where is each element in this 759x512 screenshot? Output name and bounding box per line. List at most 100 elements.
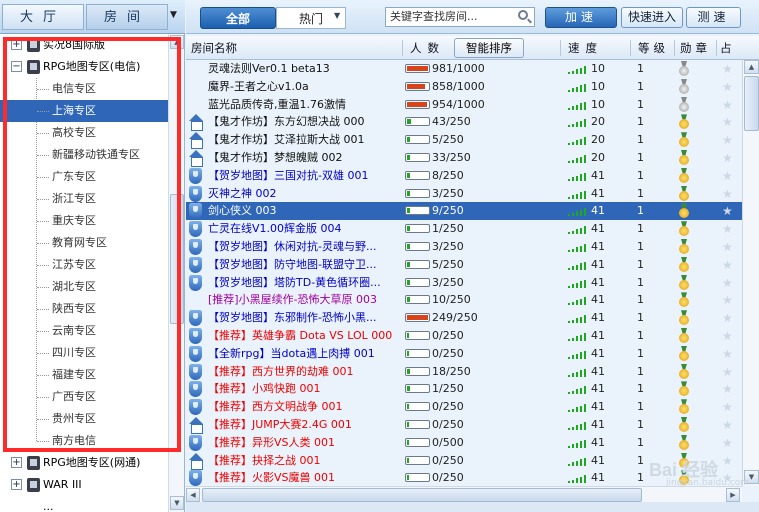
scroll-right-icon[interactable]: ▶ bbox=[726, 488, 740, 502]
dropdown-arrow-icon[interactable]: ▼ bbox=[170, 10, 182, 24]
header-level[interactable]: 等级 bbox=[638, 36, 669, 60]
room-group-icon bbox=[27, 38, 40, 52]
table-row[interactable]: 【推荐】西方文明战争 001 0/250 41 1 ★ bbox=[186, 398, 742, 416]
shield-icon bbox=[189, 345, 202, 362]
table-row[interactable]: 【贺岁地图】防守地图-联盟守卫... 5/250 41 1 ★ bbox=[186, 256, 742, 274]
table-row[interactable]: 【鬼才作坊】东方幻想决战 000 43/250 20 1 ★ bbox=[186, 113, 742, 132]
sidebar-item-region[interactable]: 湖北专区 bbox=[0, 276, 168, 298]
shield-icon bbox=[189, 328, 202, 344]
table-row[interactable]: 【贺岁地图】休闲对抗-灵魂与野... 3/250 41 1 ★ bbox=[186, 238, 742, 256]
level-value: 1 bbox=[637, 311, 644, 325]
gold-medal-icon bbox=[679, 275, 689, 291]
sidebar-item-region[interactable]: 贵州专区 bbox=[0, 408, 168, 430]
table-row[interactable]: 灵魂法则Ver0.1 beta13 981/1000 10 1 ★ bbox=[186, 60, 742, 78]
table-row[interactable]: 剑心侠义 003 9/250 41 1 ★ bbox=[186, 202, 742, 221]
room-name: 蓝光品质传奇,重温1.76激情 bbox=[208, 97, 346, 111]
table-row[interactable]: [推荐]小黑屋续作-恐怖大草原 003 10/250 41 1 ★ bbox=[186, 291, 742, 309]
smart-sort-button[interactable]: 智能排序 bbox=[454, 38, 524, 58]
table-row[interactable]: 【贺岁地图】三国对抗-双雄 001 8/250 41 1 ★ bbox=[186, 167, 742, 185]
sidebar-item-region[interactable]: 教育网专区 bbox=[0, 232, 168, 254]
gold-medal-icon bbox=[679, 186, 689, 202]
scroll-left-icon[interactable]: ◀ bbox=[186, 488, 200, 502]
sidebar-item-region[interactable]: 陕西专区 bbox=[0, 298, 168, 320]
tree-connector bbox=[37, 419, 49, 420]
chevron-down-icon[interactable]: ▼ bbox=[334, 11, 344, 25]
level-value: 1 bbox=[637, 62, 644, 75]
sidebar-item-region[interactable]: 四川专区 bbox=[0, 342, 168, 364]
capacity-bar bbox=[405, 277, 430, 287]
expand-icon[interactable]: + bbox=[11, 479, 22, 490]
table-row[interactable]: 亡灵在线V1.00辉金版 004 1/250 41 1 ★ bbox=[186, 220, 742, 238]
table-row[interactable]: 灭神之神 002 3/250 41 1 ★ bbox=[186, 185, 742, 203]
gold-medal-icon bbox=[679, 132, 689, 148]
header-medal[interactable]: 勋章 bbox=[680, 36, 711, 60]
table-row[interactable]: 【推荐】JUMP大赛2.4G 001 0/250 41 1 ★ bbox=[186, 416, 742, 434]
table-header: 房间名称 人数 智能排序 速度 等级 勋章 占 bbox=[186, 36, 759, 60]
speed-value: 41 bbox=[591, 222, 605, 236]
table-row[interactable]: 【推荐】小鸡快跑 001 1/250 41 1 ★ bbox=[186, 380, 742, 398]
tab-room[interactable]: 房间 bbox=[86, 4, 168, 30]
table-row[interactable]: 【贺岁地图】塔防TD-黄色循环圈... 3/250 41 1 ★ bbox=[186, 274, 742, 292]
tree-connector bbox=[37, 353, 49, 354]
scroll-down-icon[interactable]: ▼ bbox=[170, 496, 184, 510]
header-room-name[interactable]: 房间名称 bbox=[191, 36, 237, 60]
table-row[interactable]: 蓝光品质传奇,重温1.76激情 954/1000 10 1 ★ bbox=[186, 96, 742, 114]
tree-node-label: RPG地图专区(网通) bbox=[43, 456, 141, 469]
sidebar-item-region[interactable]: 高校专区 bbox=[0, 122, 168, 144]
collapse-icon[interactable]: − bbox=[11, 61, 22, 72]
scroll-thumb[interactable] bbox=[744, 76, 759, 131]
sidebar-item-region[interactable]: 浙江专区 bbox=[0, 188, 168, 210]
sidebar-item-region[interactable]: 上海专区 bbox=[0, 100, 168, 122]
tab-hall[interactable]: 大厅 bbox=[2, 4, 84, 30]
capacity-bar bbox=[405, 295, 430, 305]
header-people[interactable]: 人数 bbox=[410, 36, 445, 60]
room-name: 【推荐】西方文明战争 001 bbox=[208, 400, 343, 414]
table-row[interactable]: 【全新rpg】当dota遇上肉搏 001 0/250 41 1 ★ bbox=[186, 345, 742, 363]
table-row[interactable]: 【鬼才作坊】梦想魄贼 002 33/250 20 1 ★ bbox=[186, 149, 742, 167]
header-extra[interactable]: 占 bbox=[720, 36, 732, 60]
table-row[interactable]: 【鬼才作坊】艾泽拉斯大战 001 5/250 20 1 ★ bbox=[186, 131, 742, 150]
tree-node-label: RPG地图专区(电信) bbox=[43, 60, 141, 73]
left-scrollbar[interactable]: ▲ ▼ bbox=[168, 34, 184, 512]
capacity-bar bbox=[405, 81, 430, 91]
level-value: 1 bbox=[637, 97, 644, 111]
signal-icon bbox=[568, 65, 588, 74]
speed-up-button[interactable]: 加速 bbox=[545, 7, 617, 28]
sidebar-item-region[interactable]: 新疆移动铁通专区 bbox=[0, 144, 168, 166]
scroll-thumb[interactable] bbox=[202, 488, 642, 502]
table-row[interactable]: 【推荐】异形VS人类 001 0/500 41 1 ★ bbox=[186, 434, 742, 452]
sidebar-item-region[interactable]: 南方电信 bbox=[0, 430, 168, 452]
people-count: 249/250 bbox=[432, 311, 478, 325]
people-count: 0/250 bbox=[432, 400, 464, 414]
sidebar-item-region[interactable]: 广西专区 bbox=[0, 386, 168, 408]
search-icon[interactable] bbox=[518, 10, 528, 20]
capacity-fill bbox=[407, 386, 410, 392]
sidebar-item-region[interactable]: 云南专区 bbox=[0, 320, 168, 342]
room-list-scrollbar[interactable]: ▲ ▼ bbox=[742, 60, 759, 486]
people-count: 0/250 bbox=[432, 346, 464, 360]
expand-icon[interactable]: + bbox=[11, 457, 22, 468]
sidebar-item-label: 广西专区 bbox=[52, 390, 96, 403]
scroll-up-icon[interactable]: ▲ bbox=[170, 35, 184, 49]
sidebar-item-region[interactable]: 广东专区 bbox=[0, 166, 168, 188]
scroll-up-icon[interactable]: ▲ bbox=[744, 60, 759, 74]
expand-icon[interactable]: + bbox=[11, 39, 22, 50]
table-row[interactable]: 【推荐】西方世界的劫难 001 18/250 41 1 ★ bbox=[186, 363, 742, 381]
sidebar-item-region[interactable]: 福建专区 bbox=[0, 364, 168, 386]
tab-all[interactable]: 全部 bbox=[200, 7, 276, 29]
scroll-thumb[interactable] bbox=[170, 194, 184, 324]
sidebar-item-region[interactable]: 重庆专区 bbox=[0, 210, 168, 232]
sidebar-item-region[interactable]: 江苏专区 bbox=[0, 254, 168, 276]
table-row[interactable]: 【推荐】英雄争霸 Dota VS LOL 000 0/250 41 1 ★ bbox=[186, 327, 742, 345]
gold-medal-icon bbox=[679, 399, 689, 415]
capacity-bar bbox=[405, 188, 430, 198]
speed-test-button[interactable]: 测速 bbox=[686, 7, 741, 28]
header-speed[interactable]: 速度 bbox=[568, 36, 603, 60]
horizontal-scrollbar[interactable]: ◀ ▶ bbox=[186, 486, 742, 502]
capacity-bar bbox=[405, 473, 430, 483]
table-row[interactable]: 【贺岁地图】东邪制作-恐怖小黑... 249/250 41 1 ★ bbox=[186, 309, 742, 327]
search-input[interactable]: 关键字查找房间... bbox=[385, 7, 535, 27]
sidebar-item-region[interactable]: 电信专区 bbox=[0, 78, 168, 100]
quick-enter-button[interactable]: 快速进入 bbox=[621, 7, 683, 28]
table-row[interactable]: 魔界-王者之心v1.0a 858/1000 10 1 ★ bbox=[186, 78, 742, 96]
